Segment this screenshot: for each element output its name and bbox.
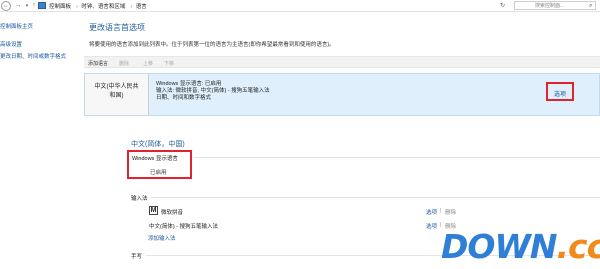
page-title: 更改语言首选项	[89, 23, 145, 32]
ime-item-name: 中文(简体) - 搜狗五笔输入法	[149, 224, 219, 230]
ime-options-link[interactable]: 选项	[426, 208, 437, 216]
language-info-format: 日期、时间和数字格式	[156, 95, 212, 101]
left-nav-control-panel-home[interactable]: 控制面板主页	[0, 22, 33, 30]
language-name-line2: 和国)	[109, 93, 124, 99]
language-info: Windows 显示语言: 已启用 输入法: 微软拼音, 中文(简体) - 搜狗…	[156, 81, 270, 102]
breadcrumb-item-control-panel[interactable]: 控制面板	[49, 4, 71, 10]
link-separator: |	[440, 208, 442, 214]
section-divider	[150, 197, 600, 198]
add-input-method-link[interactable]: 添加输入法	[148, 234, 176, 242]
search-input[interactable]: 搜索控制面... ⌕	[514, 1, 596, 10]
breadcrumb-separator-icon: ›	[76, 4, 78, 10]
breadcrumb-item-language[interactable]: 语言	[136, 4, 147, 10]
language-toolbar: 添加语言 删除 上移 下移	[84, 56, 600, 68]
input-method-label: 输入法	[131, 196, 148, 202]
watermark-suffix: cc	[568, 227, 600, 266]
handwriting-label: 手写	[131, 254, 143, 260]
ime-options-link[interactable]: 选项	[426, 222, 437, 230]
language-list-item[interactable]: 中文(中华人民共 和国) Windows 显示语言: 已启用 输入法: 微软拼音…	[84, 73, 600, 116]
delete-button[interactable]: 删除	[119, 60, 129, 67]
breadcrumb-separator-icon: ›	[130, 4, 133, 10]
page-description: 将要使用的语言添加到此列表中。位于列表第一位的语言为主语言(即你希望最常看到和使…	[89, 42, 335, 48]
address-bar: ← → ▾ ↑ 控制面板 › 时钟、语言和区域 › 语言 ↻ 搜索控制面... ⌕	[0, 0, 600, 12]
ime-delete-link[interactable]: 删除	[445, 208, 456, 216]
search-placeholder: 搜索控制面...	[535, 3, 565, 9]
microsoft-pinyin-icon: M	[149, 206, 158, 215]
move-down-button[interactable]: 下移	[164, 60, 174, 67]
language-name: 中文(中华人民共 和国)	[85, 74, 149, 115]
breadcrumb: 控制面板 › 时钟、语言和区域 › 语言	[49, 2, 149, 10]
windows-display-language-status: 已启用	[150, 170, 167, 176]
breadcrumb-item-clock-language-region[interactable]: 时钟、语言和区域	[81, 4, 125, 10]
language-info-display: Windows 显示语言: 已启用	[156, 81, 222, 87]
ime-item-name: 微软拼音	[161, 210, 184, 216]
left-nav-advanced-settings[interactable]: 高级设置	[0, 40, 22, 48]
language-info-ime: 输入法: 微软拼音, 中文(简体) - 搜狗五笔输入法	[156, 88, 270, 94]
down-cc-watermark-logo: DOWN.cc	[441, 226, 600, 268]
move-up-button[interactable]: 上移	[143, 60, 153, 67]
watermark-text: DOWN.cc	[441, 226, 600, 268]
left-nav-change-date-time-format[interactable]: 更改日期、时间或数字格式	[0, 52, 66, 60]
section-divider	[194, 157, 600, 158]
search-icon[interactable]: ⌕	[589, 2, 592, 10]
watermark-main: DOWN	[441, 227, 557, 266]
watermark-dot: .	[556, 227, 569, 266]
left-navigation: 控制面板主页 高级设置 更改日期、时间或数字格式	[0, 12, 82, 269]
back-arrow-icon[interactable]: ←	[1, 1, 11, 11]
refresh-icon[interactable]: ↻	[500, 2, 505, 9]
language-options-link[interactable]: 选项	[554, 89, 566, 98]
language-detail-heading: 中文(简体，中国)	[131, 141, 185, 148]
control-panel-icon	[38, 2, 46, 9]
add-language-button[interactable]: 添加语言	[88, 60, 108, 67]
windows-display-language-label: Windows 显示语言	[132, 156, 178, 162]
language-name-line1: 中文(中华人民共	[94, 84, 139, 90]
